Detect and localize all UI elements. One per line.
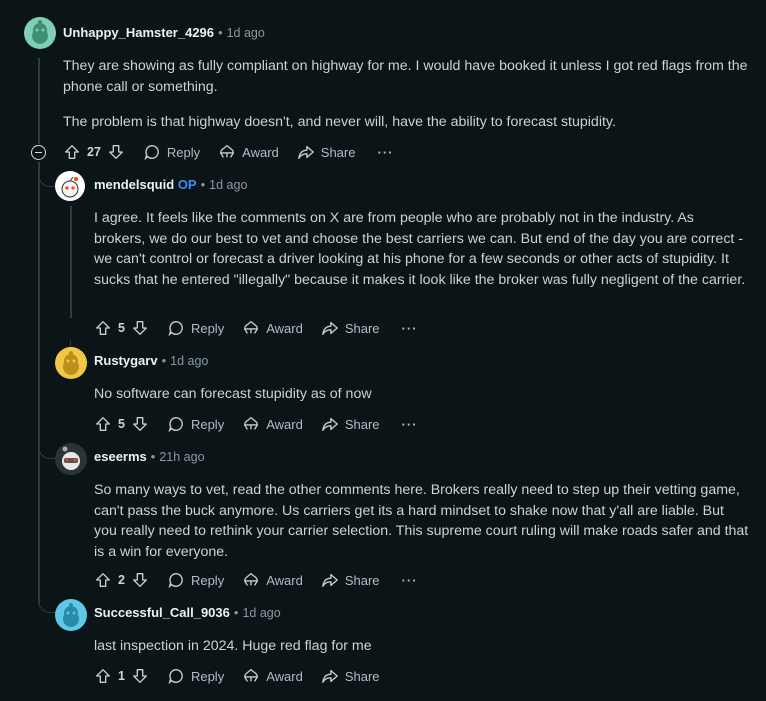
more-options-button[interactable]: ··· <box>402 573 418 588</box>
comment-icon <box>168 417 183 433</box>
comment-actions: 1 Reply Award Share <box>94 666 380 686</box>
upvote-icon[interactable] <box>63 143 81 161</box>
share-button[interactable]: Share <box>321 667 380 685</box>
username[interactable]: eseerms <box>94 449 147 464</box>
comment-icon <box>168 321 183 337</box>
more-options-button[interactable]: ··· <box>377 145 393 160</box>
timestamp[interactable]: 21h ago <box>159 450 204 464</box>
comment-paragraph: No software can forecast stupidity as of… <box>94 386 372 402</box>
downvote-icon[interactable] <box>107 143 125 161</box>
comment-paragraph: They are showing as fully compliant on h… <box>63 58 748 95</box>
award-button[interactable]: Award <box>242 319 303 337</box>
comment-paragraph: I agree. It feels like the comments on X… <box>94 210 746 288</box>
more-options-button[interactable]: ··· <box>402 321 418 336</box>
award-button[interactable]: Award <box>242 571 303 589</box>
thread-line-mendel[interactable] <box>70 206 72 318</box>
vote-count: 5 <box>118 417 125 431</box>
username[interactable]: Unhappy_Hamster_4296 <box>63 25 214 40</box>
comment-paragraph: last inspection in 2024. Huge red flag f… <box>94 638 372 654</box>
award-icon <box>244 416 259 430</box>
downvote-icon[interactable] <box>131 415 149 433</box>
comment-actions: 27 Reply Award Share ··· <box>63 142 393 162</box>
upvote-icon[interactable] <box>94 571 112 589</box>
avatar[interactable] <box>55 347 87 379</box>
comment-header: eseerms • 21h ago <box>94 449 205 464</box>
downvote-icon[interactable] <box>131 571 149 589</box>
avatar[interactable] <box>24 17 56 49</box>
downvote-icon[interactable] <box>131 319 149 337</box>
op-badge: OP <box>177 177 197 192</box>
share-button[interactable]: Share <box>297 143 355 161</box>
comment-body: last inspection in 2024. Huge red flag f… <box>94 636 749 657</box>
share-icon <box>321 321 338 335</box>
avatar[interactable] <box>55 599 87 631</box>
timestamp[interactable]: 1d ago <box>242 606 280 620</box>
award-icon <box>220 144 235 158</box>
comment-header: Unhappy_Hamster_4296 • 1d ago <box>63 25 265 40</box>
timestamp[interactable]: 1d ago <box>209 178 247 192</box>
comment-header: Successful_Call_9036 • 1d ago <box>94 605 281 620</box>
comment-paragraph: So many ways to vet, read the other comm… <box>94 482 749 560</box>
comment-body: They are showing as fully compliant on h… <box>63 56 753 133</box>
comment-body: I agree. It feels like the comments on X… <box>94 208 749 290</box>
username[interactable]: Successful_Call_9036 <box>94 605 230 620</box>
comment-icon <box>168 669 183 685</box>
thread-branch-3 <box>38 436 57 459</box>
thread-branch-4 <box>38 590 57 613</box>
comment-actions: 5 Reply Award Share ··· <box>94 318 418 338</box>
share-button[interactable]: Share <box>321 415 380 433</box>
award-button[interactable]: Award <box>242 667 303 685</box>
reply-button[interactable]: Reply <box>167 571 224 589</box>
upvote-icon[interactable] <box>94 319 112 337</box>
timestamp[interactable]: 1d ago <box>227 26 265 40</box>
thread-line-root[interactable] <box>38 58 40 144</box>
username[interactable]: mendelsquid <box>94 177 174 192</box>
award-button[interactable]: Award <box>242 415 303 433</box>
vote-count: 5 <box>118 321 125 335</box>
comment-header: mendelsquid OP • 1d ago <box>94 177 248 192</box>
award-icon <box>244 572 259 586</box>
reply-button[interactable]: Reply <box>167 415 224 433</box>
upvote-icon[interactable] <box>94 667 112 685</box>
downvote-icon[interactable] <box>131 667 149 685</box>
comment-paragraph: The problem is that highway doesn't, and… <box>63 114 616 130</box>
share-button[interactable]: Share <box>321 319 380 337</box>
avatar[interactable] <box>55 443 87 475</box>
reply-button[interactable]: Reply <box>143 143 200 161</box>
more-options-button[interactable]: ··· <box>402 417 418 432</box>
vote-count: 27 <box>87 145 101 159</box>
comment-icon <box>144 145 159 161</box>
share-icon <box>321 417 338 431</box>
comment-icon <box>168 573 183 589</box>
username[interactable]: Rustygarv <box>94 353 158 368</box>
award-button[interactable]: Award <box>218 143 279 161</box>
comment-body: So many ways to vet, read the other comm… <box>94 480 749 562</box>
timestamp[interactable]: 1d ago <box>170 354 208 368</box>
reply-button[interactable]: Reply <box>167 319 224 337</box>
upvote-icon[interactable] <box>94 415 112 433</box>
comment-actions: 5 Reply Award Share ··· <box>94 414 418 434</box>
collapse-thread-icon[interactable] <box>31 145 46 160</box>
avatar[interactable] <box>55 171 85 201</box>
award-icon <box>244 320 259 334</box>
vote-count: 2 <box>118 573 125 587</box>
comment-body: No software can forecast stupidity as of… <box>94 384 749 405</box>
share-icon <box>297 145 314 159</box>
vote-count: 1 <box>118 669 125 683</box>
share-icon <box>321 573 338 587</box>
share-icon <box>321 669 338 683</box>
award-icon <box>244 668 259 682</box>
reply-button[interactable]: Reply <box>167 667 224 685</box>
comment-actions: 2 Reply Award Share ··· <box>94 570 418 590</box>
thread-line-replies[interactable] <box>38 162 40 604</box>
share-button[interactable]: Share <box>321 571 380 589</box>
comment-header: Rustygarv • 1d ago <box>94 353 209 368</box>
